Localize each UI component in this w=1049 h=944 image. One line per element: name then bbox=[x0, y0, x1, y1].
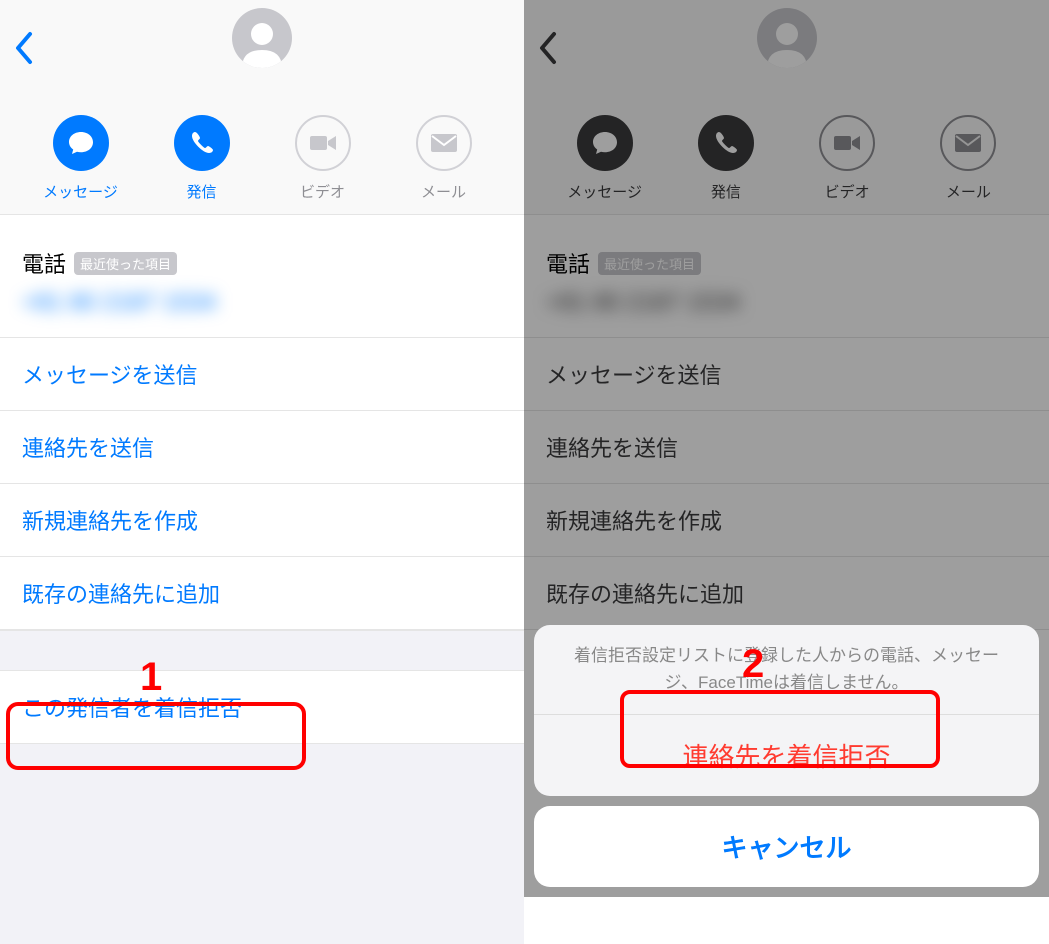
avatar bbox=[232, 8, 292, 68]
contact-actions: メッセージ 発信 ビデオ メール bbox=[0, 115, 524, 202]
phone-section-label: 電話 bbox=[22, 247, 66, 279]
person-icon bbox=[238, 18, 286, 68]
mail-icon bbox=[430, 133, 458, 153]
message-icon bbox=[67, 129, 95, 157]
call-label: 発信 bbox=[186, 181, 216, 202]
video-action[interactable]: ビデオ bbox=[278, 115, 368, 202]
send-message-item[interactable]: メッセージを送信 bbox=[0, 337, 524, 410]
block-contact-button[interactable]: 連絡先を着信拒否 bbox=[534, 715, 1039, 796]
add-existing-item[interactable]: 既存の連絡先に追加 bbox=[0, 556, 524, 630]
send-contact-item[interactable]: 連絡先を送信 bbox=[0, 410, 524, 483]
footer-space bbox=[0, 744, 524, 944]
video-label: ビデオ bbox=[300, 181, 345, 202]
recent-badge: 最近使った項目 bbox=[74, 252, 177, 275]
phone-number[interactable]: +81 80 2187 1534 bbox=[0, 285, 524, 337]
header: メッセージ 発信 ビデオ メール bbox=[0, 0, 524, 215]
block-caller-item[interactable]: この発信者を着信拒否 bbox=[0, 670, 524, 744]
mail-action[interactable]: メール bbox=[399, 115, 489, 202]
call-action[interactable]: 発信 bbox=[157, 115, 247, 202]
back-button[interactable] bbox=[12, 30, 34, 71]
annotation-number-1: 1 bbox=[140, 655, 162, 700]
cancel-button[interactable]: キャンセル bbox=[534, 806, 1039, 887]
action-sheet-panel: 着信拒否設定リストに登録した人からの電話、メッセージ、FaceTimeは着信しま… bbox=[534, 625, 1039, 796]
annotation-number-2: 2 bbox=[742, 642, 764, 687]
chevron-left-icon bbox=[12, 30, 34, 66]
message-action[interactable]: メッセージ bbox=[36, 115, 126, 202]
video-icon bbox=[309, 133, 337, 153]
contact-card-screen-1: メッセージ 発信 ビデオ メール 電話 bbox=[0, 0, 524, 897]
phone-icon bbox=[189, 130, 215, 156]
phone-section-header: 電話 最近使った項目 bbox=[0, 215, 524, 285]
create-contact-item[interactable]: 新規連絡先を作成 bbox=[0, 483, 524, 556]
message-label: メッセージ bbox=[43, 181, 118, 202]
action-sheet: 着信拒否設定リストに登録した人からの電話、メッセージ、FaceTimeは着信しま… bbox=[534, 625, 1039, 887]
contact-card-screen-2: メッセージ 発信 ビデオ メール 電話 最近使った項目 +81 80 2187 … bbox=[524, 0, 1049, 897]
mail-label: メール bbox=[421, 181, 466, 202]
section-gap bbox=[0, 630, 524, 670]
action-sheet-message: 着信拒否設定リストに登録した人からの電話、メッセージ、FaceTimeは着信しま… bbox=[534, 625, 1039, 715]
